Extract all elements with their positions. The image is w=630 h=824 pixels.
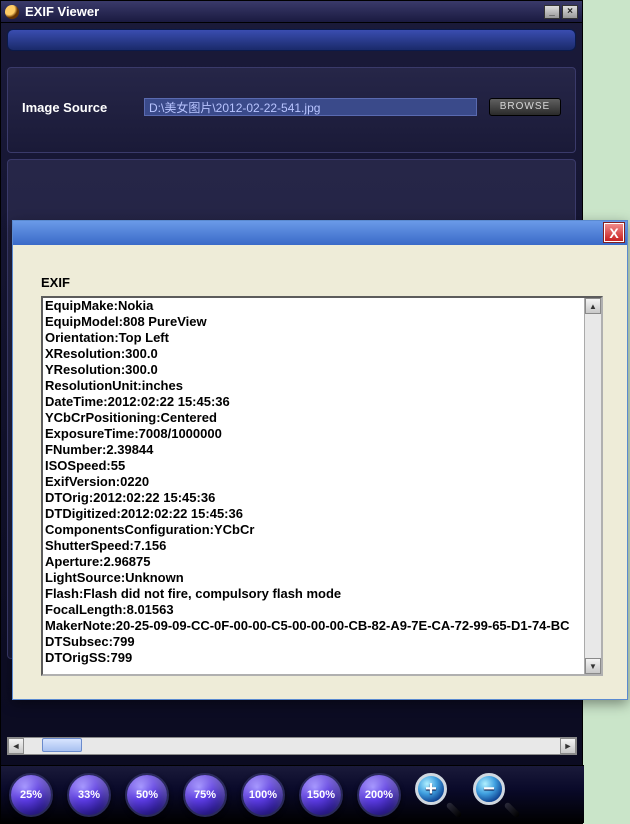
exif-line: DateTime:2012:02:22 15:45:36: [45, 394, 583, 410]
exif-line: ExifVersion:0220: [45, 474, 583, 490]
popup-close-button[interactable]: X: [604, 223, 624, 242]
popup-titlebar[interactable]: X: [13, 221, 627, 245]
exif-line: Aperture:2.96875: [45, 554, 583, 570]
scroll-thumb[interactable]: [42, 738, 82, 752]
scroll-vtrack[interactable]: [585, 315, 601, 657]
exif-textbox[interactable]: EquipMake:NokiaEquipModel:808 PureViewOr…: [41, 296, 603, 676]
zoom-25-button[interactable]: 25%: [9, 773, 53, 817]
zoom-50-button[interactable]: 50%: [125, 773, 169, 817]
minimize-button[interactable]: _: [544, 5, 560, 19]
toolbar-strip: [7, 29, 576, 51]
zoom-33-button[interactable]: 33%: [67, 773, 111, 817]
scroll-down-arrow[interactable]: ▼: [585, 658, 601, 674]
image-source-panel: Image Source BROWSE: [7, 67, 576, 153]
zoom-out-button[interactable]: −: [473, 773, 517, 817]
horizontal-scrollbar[interactable]: ◄ ►: [7, 737, 577, 755]
app-icon: [5, 5, 19, 19]
close-button[interactable]: ×: [562, 5, 578, 19]
exif-line: DTSubsec:799: [45, 634, 583, 650]
minus-icon: −: [483, 779, 495, 799]
exif-line: DTDigitized:2012:02:22 15:45:36: [45, 506, 583, 522]
title-bar[interactable]: EXIF Viewer _ ×: [1, 1, 582, 23]
exif-line: DTOrig:2012:02:22 15:45:36: [45, 490, 583, 506]
scroll-track[interactable]: [24, 738, 560, 754]
exif-line: LightSource:Unknown: [45, 570, 583, 586]
scroll-up-arrow[interactable]: ▲: [585, 298, 601, 314]
zoom-100-button[interactable]: 100%: [241, 773, 285, 817]
image-source-label: Image Source: [22, 100, 132, 115]
exif-line: MakerNote:20-25-09-09-CC-0F-00-00-C5-00-…: [45, 618, 583, 634]
exif-line: YCbCrPositioning:Centered: [45, 410, 583, 426]
exif-content: EquipMake:NokiaEquipModel:808 PureViewOr…: [45, 298, 583, 674]
vertical-scrollbar[interactable]: ▲ ▼: [584, 298, 601, 674]
zoom-200-button[interactable]: 200%: [357, 773, 401, 817]
plus-icon: +: [425, 779, 437, 799]
scroll-right-arrow[interactable]: ►: [560, 738, 576, 754]
exif-line: ShutterSpeed:7.156: [45, 538, 583, 554]
browse-button[interactable]: BROWSE: [489, 98, 561, 116]
exif-line: ResolutionUnit:inches: [45, 378, 583, 394]
exif-label: EXIF: [41, 275, 609, 290]
exif-line: ExposureTime:7008/1000000: [45, 426, 583, 442]
exif-popup: X EXIF EquipMake:NokiaEquipModel:808 Pur…: [12, 220, 628, 700]
exif-line: FNumber:2.39844: [45, 442, 583, 458]
exif-line: Flash:Flash did not fire, compulsory fla…: [45, 586, 583, 602]
exif-line: ComponentsConfiguration:YCbCr: [45, 522, 583, 538]
scroll-left-arrow[interactable]: ◄: [8, 738, 24, 754]
exif-line: XResolution:300.0: [45, 346, 583, 362]
exif-line: EquipMake:Nokia: [45, 298, 583, 314]
exif-line: Orientation:Top Left: [45, 330, 583, 346]
window-title: EXIF Viewer: [25, 4, 542, 19]
image-source-input[interactable]: [144, 98, 477, 116]
zoom-75-button[interactable]: 75%: [183, 773, 227, 817]
zoom-150-button[interactable]: 150%: [299, 773, 343, 817]
exif-line: DTOrigSS:799: [45, 650, 583, 666]
exif-line: EquipModel:808 PureView: [45, 314, 583, 330]
exif-line: ISOSpeed:55: [45, 458, 583, 474]
zoom-in-button[interactable]: +: [415, 773, 459, 817]
zoom-toolbar: 25% 33% 50% 75% 100% 150% 200% + −: [1, 765, 584, 823]
exif-line: YResolution:300.0: [45, 362, 583, 378]
exif-line: FocalLength:8.01563: [45, 602, 583, 618]
